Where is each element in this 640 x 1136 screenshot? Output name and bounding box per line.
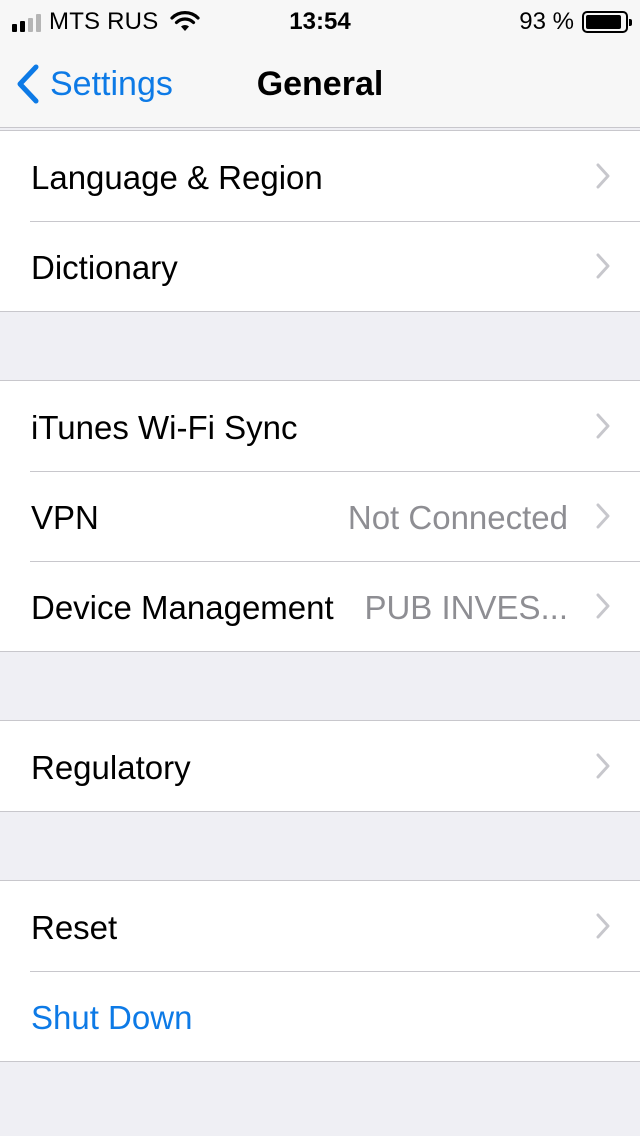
status-bar: MTS RUS 13:54 93 %: [0, 0, 640, 40]
battery-fill: [586, 15, 622, 29]
row-label: Regulatory: [31, 749, 191, 786]
row-itunes-wifi-sync[interactable]: iTunes Wi-Fi Sync: [0, 381, 640, 471]
settings-group-sync: iTunes Wi-Fi Sync VPN Not Connected Devi…: [0, 380, 640, 652]
settings-group-regulatory: Regulatory: [0, 720, 640, 812]
settings-general-screen: MTS RUS 13:54 93 % General Settings Lang…: [0, 0, 640, 1136]
chevron-right-icon: [596, 593, 610, 619]
device-management-value: PUB INVES...: [364, 589, 568, 626]
navigation-bar: General Settings: [0, 40, 640, 128]
row-reset[interactable]: Reset: [0, 881, 640, 971]
chevron-right-icon: [596, 413, 610, 439]
chevron-right-icon: [596, 503, 610, 529]
chevron-right-icon: [596, 163, 610, 189]
row-language-region[interactable]: Language & Region: [0, 131, 640, 221]
chevron-right-icon: [596, 913, 610, 939]
chevron-right-icon: [596, 753, 610, 779]
row-label: iTunes Wi-Fi Sync: [31, 409, 298, 446]
vpn-status-value: Not Connected: [347, 499, 568, 536]
back-button-label: Settings: [50, 64, 173, 103]
back-button[interactable]: Settings: [16, 64, 173, 104]
row-dictionary[interactable]: Dictionary: [0, 221, 640, 311]
chevron-left-icon: [17, 64, 39, 104]
status-right: 93 %: [519, 8, 632, 36]
row-regulatory[interactable]: Regulatory: [0, 721, 640, 811]
settings-group-reset: Reset Shut Down: [0, 880, 640, 1062]
settings-group-language: Language & Region Dictionary: [0, 130, 640, 312]
row-label: Device Management: [31, 589, 334, 626]
row-vpn[interactable]: VPN Not Connected: [0, 471, 640, 561]
row-label: Language & Region: [31, 159, 323, 196]
row-label: VPN: [31, 499, 99, 536]
row-label: Dictionary: [31, 249, 178, 286]
battery-percent: 93 %: [519, 8, 574, 35]
shut-down-button[interactable]: Shut Down: [0, 971, 640, 1061]
shut-down-label: Shut Down: [31, 999, 193, 1036]
chevron-right-icon: [596, 253, 610, 279]
row-label: Reset: [31, 909, 118, 946]
battery-icon: [582, 11, 632, 33]
row-device-management[interactable]: Device Management PUB INVES...: [0, 561, 640, 651]
